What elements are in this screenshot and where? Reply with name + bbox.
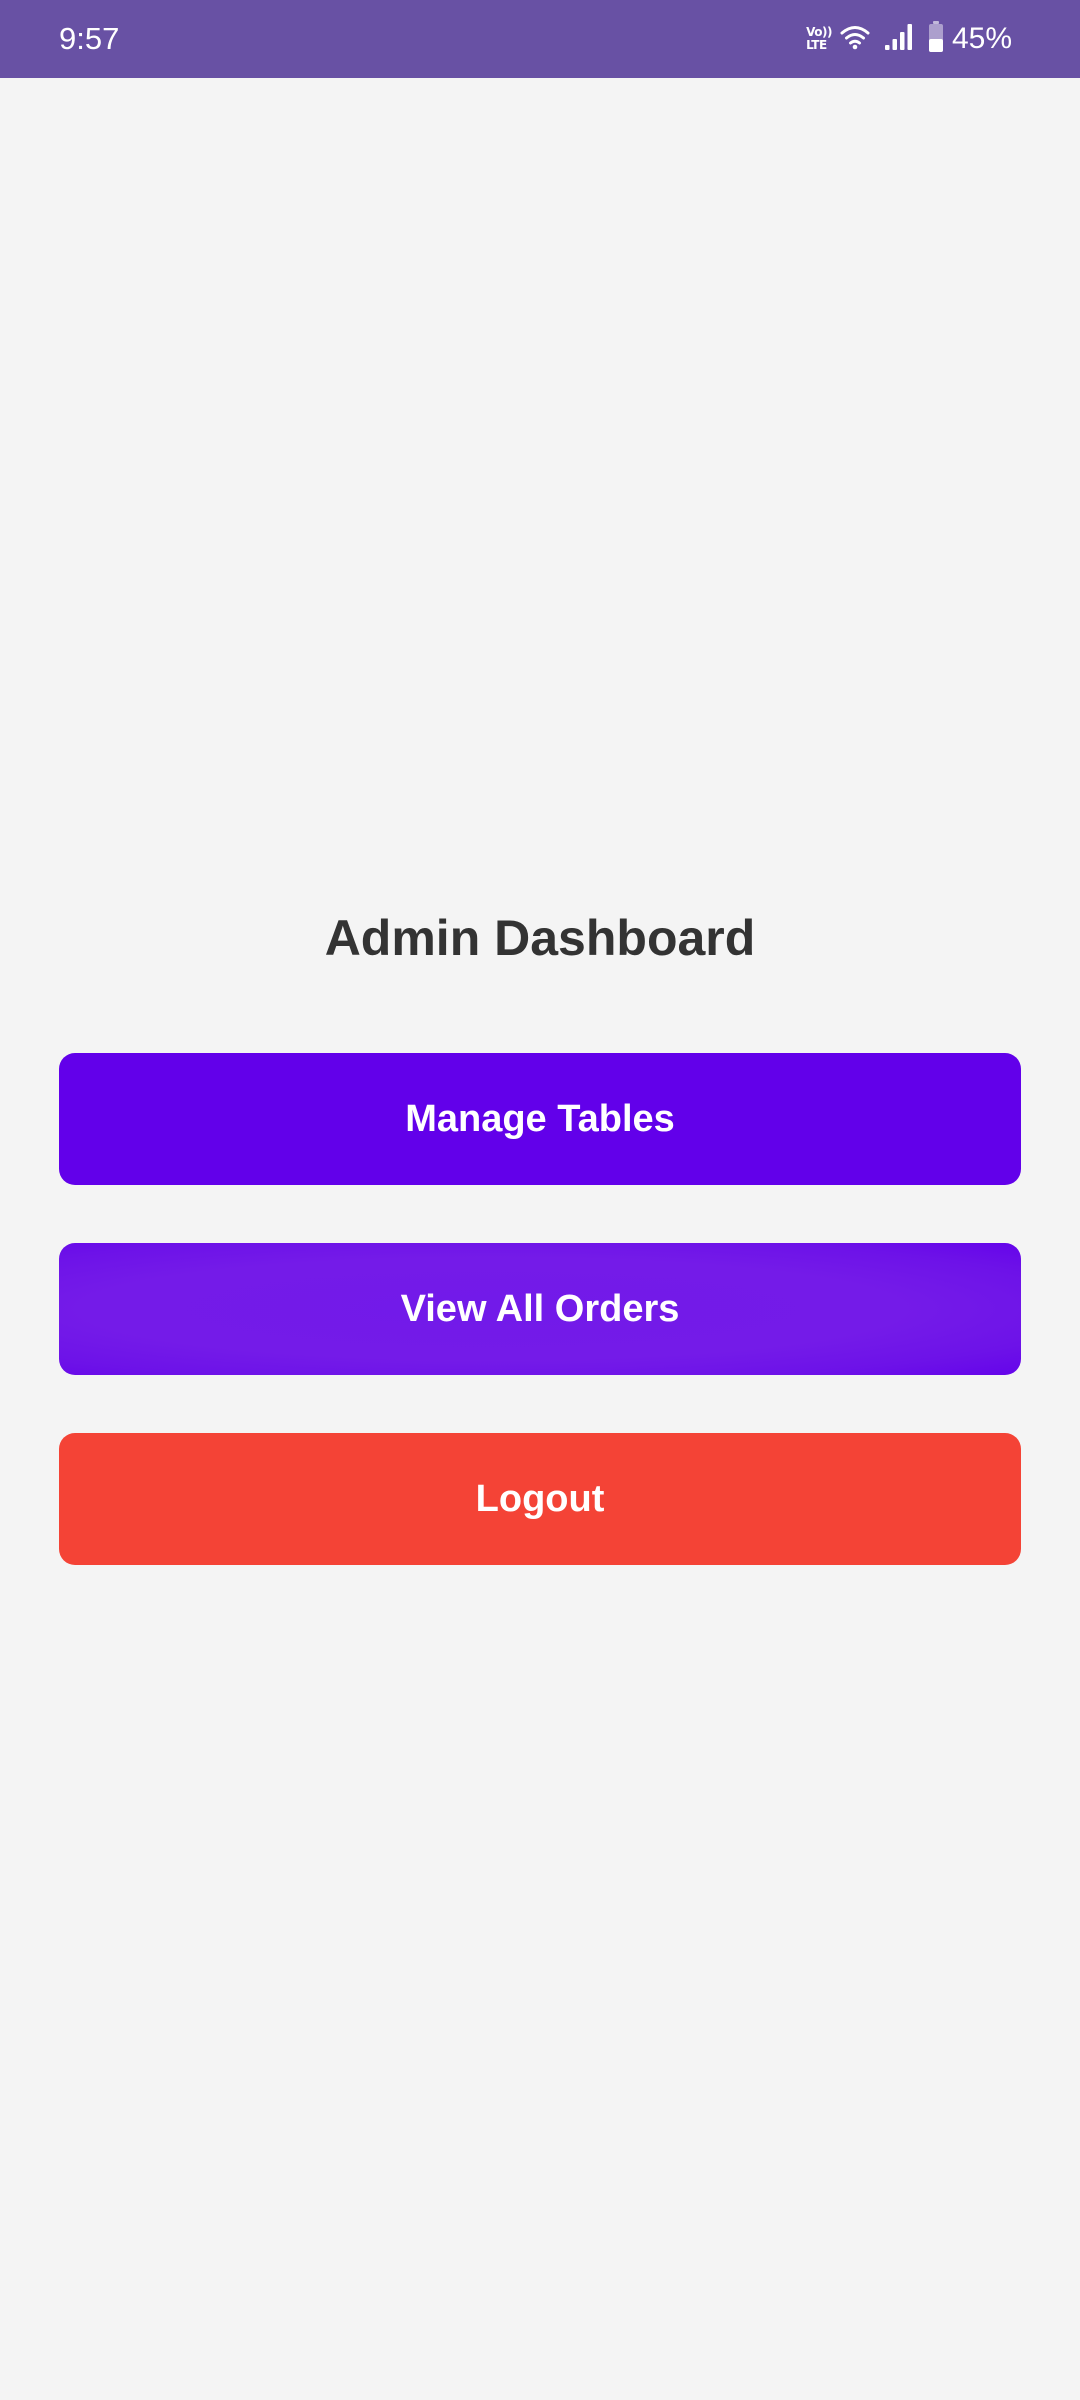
- page-title: Admin Dashboard: [324, 910, 756, 966]
- volte-icon: Vo)) LTE: [806, 26, 832, 52]
- logout-label: Logout: [475, 1477, 605, 1520]
- view-all-orders-label: View All Orders: [400, 1287, 680, 1330]
- status-time: 9:57: [59, 21, 120, 56]
- volte-bottom-label: LTE: [806, 38, 827, 52]
- wifi-icon: [840, 24, 870, 55]
- status-icons: Vo)) LTE 45%: [806, 18, 1012, 60]
- status-bar: 9:57 Vo)) LTE 45%: [0, 0, 1080, 78]
- manage-tables-label: Manage Tables: [405, 1097, 675, 1140]
- battery-percentage: 45%: [951, 22, 1012, 55]
- battery-icon: [928, 20, 944, 58]
- manage-tables-button[interactable]: Manage Tables: [59, 1053, 1021, 1185]
- logout-button[interactable]: Logout: [59, 1433, 1021, 1565]
- signal-icon: [884, 23, 914, 56]
- view-all-orders-button[interactable]: View All Orders: [59, 1243, 1021, 1375]
